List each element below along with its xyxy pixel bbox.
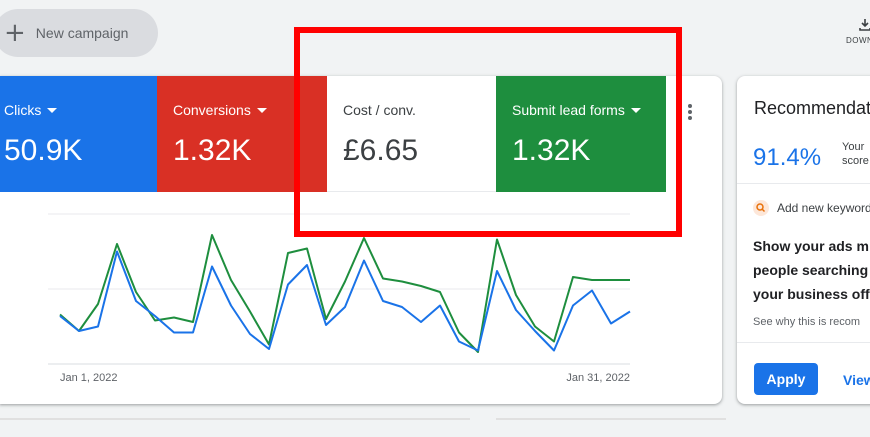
metric-clicks-label: Clicks [4,102,42,118]
metric-cost-per-conv[interactable]: Cost / conv. £6.65 [327,76,496,192]
new-campaign-button[interactable]: + New campaign [0,9,158,57]
metric-cost-label: Cost / conv. [343,102,416,118]
recommendations-card: Recommendations 91.4% Your score Add new… [737,76,870,404]
new-campaign-label: New campaign [35,25,129,41]
add-keywords-label: Add new keywords [777,201,870,215]
view-button[interactable]: View [843,372,870,388]
x-tick-label: Jan 31, 2022 [566,372,630,384]
performance-card: Clicks 50.9K Conversions 1.32K Cost / co… [0,76,722,404]
divider [737,183,870,184]
desc-line3: your business off [753,286,870,302]
x-tick-label: Jan 1, 2022 [60,372,118,384]
recommendations-title: Recommendations [754,98,870,118]
more-options-icon[interactable] [684,104,696,124]
caret-down-icon [630,107,641,113]
metric-conversions-value: 1.32K [173,134,252,167]
metric-submit-value: 1.32K [512,134,591,167]
divider [737,342,870,343]
optimization-score: 91.4% [753,144,822,171]
series-line-1 [59,234,630,353]
download-icon [859,19,870,31]
metric-submit-lead-forms[interactable]: Submit lead forms 1.32K [496,76,666,192]
desc-line1: Show your ads m [753,238,869,254]
plus-icon: + [4,18,26,48]
search-icon [753,200,769,216]
apply-button[interactable]: Apply [754,363,818,395]
see-why-link[interactable]: See why this is recom [753,316,860,328]
score-text-line1: Your [842,141,865,153]
score-text-line2: score [842,155,869,167]
caret-down-icon [47,107,58,113]
bottom-strip [0,418,870,437]
metric-submit-label: Submit lead forms [512,102,625,118]
download-button[interactable]: DOWN [846,18,870,45]
recommendation-description: Show your ads m people searching your bu… [753,234,870,306]
score-text: Your score [842,140,869,168]
series-line-0 [59,250,631,352]
performance-line-chart: Jan 1, 2022 Jan 31, 2022 [48,213,631,384]
caret-down-icon [256,107,267,113]
metric-conversions-label: Conversions [173,102,251,118]
metric-cost-value: £6.65 [343,134,419,167]
download-label: DOWN [846,36,870,45]
metric-clicks[interactable]: Clicks 50.9K [0,76,157,192]
add-keywords-item[interactable]: Add new keywords [753,200,870,216]
metric-conversions[interactable]: Conversions 1.32K [157,76,327,192]
desc-line2: people searching [753,262,869,278]
metric-clicks-value: 50.9K [4,134,83,167]
